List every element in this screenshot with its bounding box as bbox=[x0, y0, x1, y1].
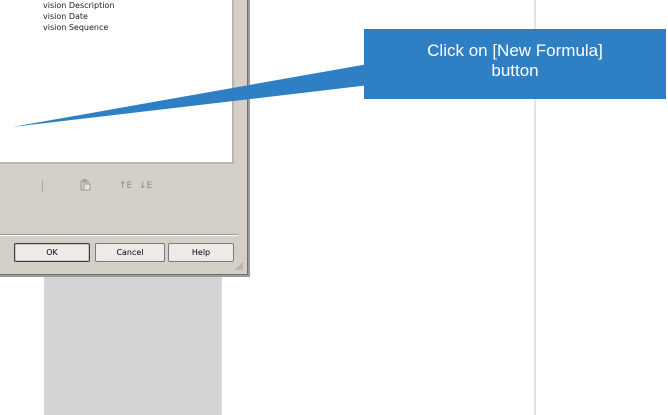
callout-text-line2: button bbox=[491, 61, 539, 80]
instruction-callout: Click on [New Formula] button bbox=[364, 29, 666, 99]
callout-text-line1: Click on [New Formula] bbox=[427, 41, 603, 60]
